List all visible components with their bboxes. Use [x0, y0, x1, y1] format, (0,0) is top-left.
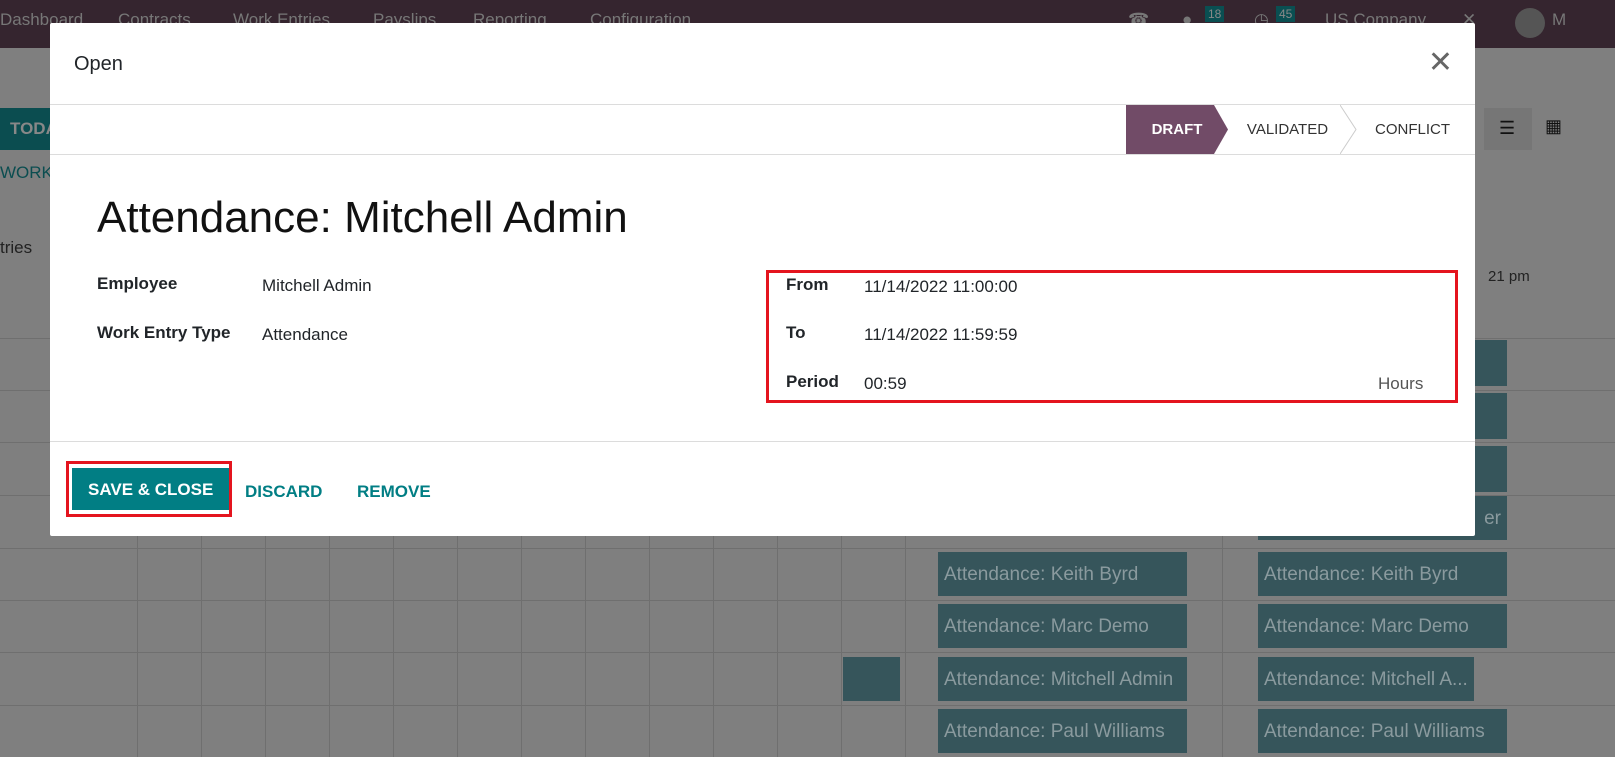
- to-field[interactable]: 11/14/2022 11:59:59: [864, 325, 1017, 345]
- dialog-header: Open ✕: [50, 23, 1475, 105]
- employee-field[interactable]: Mitchell Admin: [262, 276, 372, 296]
- avatar[interactable]: [1515, 8, 1545, 38]
- time-header: 21 pm: [1488, 268, 1530, 285]
- from-label: From: [786, 275, 829, 294]
- user-name[interactable]: M: [1552, 10, 1566, 30]
- work-entry-pill[interactable]: Attendance: Marc Demo: [1258, 604, 1507, 648]
- list-view-button[interactable]: ☰: [1484, 108, 1532, 150]
- period-unit: Hours: [1378, 374, 1424, 393]
- work-entry-pill[interactable]: Attendance: Paul Williams: [1258, 709, 1507, 753]
- work-entry-type-label: Work Entry Type: [97, 323, 231, 342]
- record-heading: Attendance: Mitchell Admin: [97, 193, 628, 242]
- period-field[interactable]: 00:59: [864, 374, 907, 394]
- stage-conflict[interactable]: CONFLICT: [1360, 105, 1465, 154]
- employee-label: Employee: [97, 274, 178, 293]
- dialog-title: Open: [74, 53, 123, 75]
- work-entry-pill[interactable]: Attendance: Keith Byrd: [1258, 552, 1507, 596]
- list-icon: ☰: [1499, 118, 1516, 138]
- stage-separator-icon: [1340, 105, 1357, 154]
- work-entry-pill[interactable]: Attendance: Keith Byrd: [938, 552, 1187, 596]
- to-label: To: [786, 323, 806, 342]
- entries-label: tries: [0, 238, 33, 257]
- work-entry-pill[interactable]: Attendance: Mitchell Admin: [938, 657, 1187, 701]
- work-entry-dialog: Open ✕ DRAFT VALIDATED CONFLICT Attendan…: [50, 23, 1475, 536]
- from-field[interactable]: 11/14/2022 11:00:00: [864, 277, 1017, 297]
- stage-validated[interactable]: VALIDATED: [1230, 105, 1345, 154]
- dialog-footer: [50, 441, 1475, 442]
- close-icon[interactable]: ✕: [1428, 48, 1453, 78]
- work-entry-pill[interactable]: [843, 657, 900, 701]
- messages-badge: 18: [1205, 6, 1225, 22]
- stage-draft[interactable]: DRAFT: [1126, 105, 1228, 154]
- discard-button[interactable]: DISCARD: [245, 482, 322, 502]
- remove-button[interactable]: REMOVE: [357, 482, 431, 502]
- calendar-icon[interactable]: ▦: [1545, 116, 1562, 137]
- save-close-button[interactable]: SAVE & CLOSE: [72, 468, 230, 510]
- status-bar: DRAFT VALIDATED CONFLICT: [50, 105, 1475, 155]
- activities-badge: 45: [1276, 6, 1296, 22]
- work-entry-type-field[interactable]: Attendance: [262, 325, 348, 345]
- work-entry-pill[interactable]: Attendance: Marc Demo: [938, 604, 1187, 648]
- period-label: Period: [786, 372, 839, 391]
- work-entry-pill[interactable]: Attendance: Paul Williams: [938, 709, 1187, 753]
- work-entry-pill[interactable]: Attendance: Mitchell A...: [1258, 657, 1474, 701]
